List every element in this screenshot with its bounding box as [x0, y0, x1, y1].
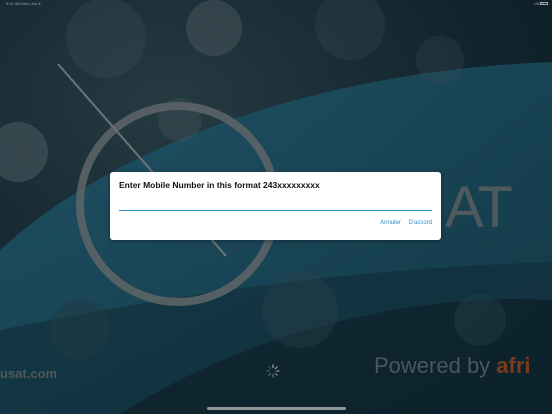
powered-by-text: Powered by [374, 353, 497, 378]
powered-by-brand: afri [496, 353, 531, 378]
cancel-button[interactable]: Annuler [380, 220, 401, 226]
brand-logo-text: AT [445, 175, 513, 240]
site-url: usat.com [0, 366, 58, 381]
app-screen: 9:41 AM Mon Jun 8 100% AT usat.com Power… [0, 0, 552, 414]
dialog-title: Enter Mobile Number in this format 243xx… [119, 180, 320, 190]
spinner-icon [266, 364, 280, 378]
battery-icon [540, 2, 548, 5]
status-time: 9:41 AM Mon Jun 8 [6, 1, 41, 6]
ok-button[interactable]: D'accord [409, 220, 433, 226]
mobile-number-input[interactable] [119, 199, 432, 211]
status-bar: 9:41 AM Mon Jun 8 100% [0, 0, 552, 8]
powered-by-label: Powered by afri [374, 352, 531, 380]
home-indicator[interactable] [207, 407, 346, 410]
mobile-number-dialog: Enter Mobile Number in this format 243xx… [110, 172, 441, 240]
dialog-actions: Annuler D'accord [374, 220, 432, 226]
